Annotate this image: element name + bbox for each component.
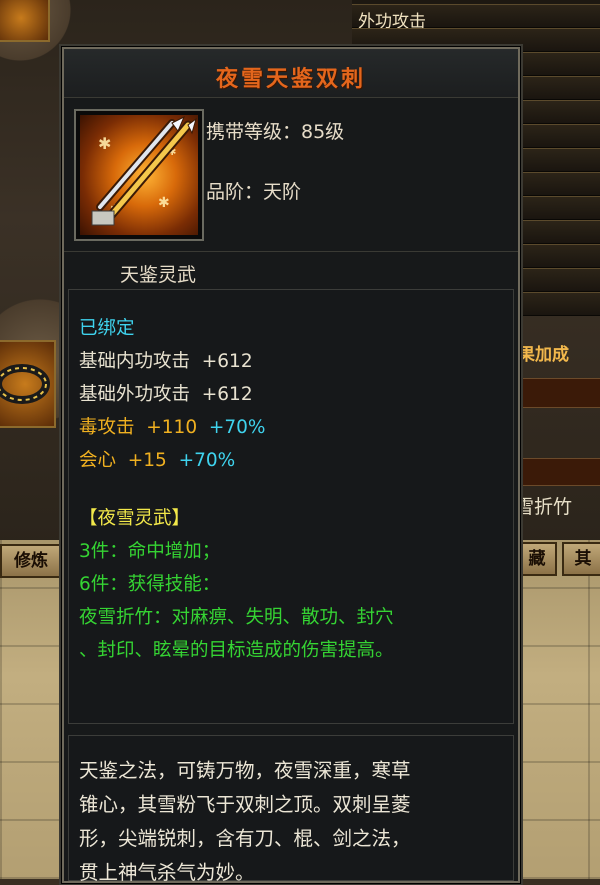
item-grade: 品阶：天阶	[206, 181, 302, 203]
stat-name: 会心	[79, 450, 117, 471]
item-tooltip: 夜雪天鉴双刺 ✱ ✱ ✱ ✱ 携带等级：85级 品阶：天阶 天鉴灵武	[62, 47, 520, 884]
description-line: 锥心，其雪粉飞于双刺之顶。双刺呈菱	[79, 793, 411, 816]
description-line: 贯上神气杀气为妙。	[79, 861, 255, 884]
stat-percent: +70%	[178, 450, 236, 471]
dual-daggers-icon: ✱ ✱ ✱ ✱	[80, 115, 198, 235]
stat-value: +110	[146, 417, 198, 438]
stat-row: 基础内功攻击 +612	[79, 347, 253, 373]
skill-name-text: 雪折竹	[515, 496, 573, 518]
stat-name: 基础内功攻击	[79, 351, 191, 372]
description-line: 天鉴之法，可铸万物，夜雪深重，寒草	[79, 759, 411, 782]
stat-row: 基础外功攻击 +612	[79, 380, 253, 406]
tab-other[interactable]: 其	[562, 542, 600, 576]
skill-desc-line-1: 夜雪折竹：对麻痹、失明、散功、封穴	[79, 607, 394, 628]
divider	[64, 251, 518, 252]
attribute-row: 外功攻击	[352, 4, 600, 32]
bracelet-slot-icon[interactable]	[0, 340, 56, 428]
effect-bonus-label: 果加成	[518, 345, 569, 365]
bracelet-icon	[0, 364, 50, 404]
set-bonus-3: 3件：命中增加；	[79, 541, 221, 562]
svg-text:✱: ✱	[158, 195, 170, 211]
item-slot-icon-top[interactable]	[0, 0, 50, 42]
stat-row: 毒攻击 +110 +70%	[79, 413, 265, 439]
skill-desc-line-2: 、封印、眩晕的目标造成的伤害提高。	[79, 640, 394, 661]
item-stats-box: 已绑定 基础内功攻击 +612 基础外功攻击 +612 毒攻击 +110 +70…	[68, 289, 514, 724]
item-title: 夜雪天鉴双刺	[215, 67, 366, 92]
carry-level: 携带等级：85级	[206, 121, 345, 143]
set-bonus-6: 6件：获得技能：	[79, 574, 221, 595]
effect-bar	[516, 378, 600, 408]
stat-value: +15	[127, 450, 167, 471]
skill-bar	[516, 458, 600, 486]
tooltip-header: 夜雪天鉴双刺	[64, 49, 518, 98]
description-line: 形，尖端锐刺，含有刀、棍、剑之法，	[79, 827, 411, 850]
stat-percent: +70%	[208, 417, 266, 438]
tab-cultivation[interactable]: 修炼	[0, 544, 62, 578]
item-description-box: 天鉴之法，可铸万物，夜雪深重，寒草 锥心，其雪粉飞于双刺之顶。双刺呈菱 形，尖端…	[68, 735, 514, 884]
stat-value: +612	[201, 351, 253, 372]
bound-status: 已绑定	[79, 318, 135, 339]
item-icon-frame: ✱ ✱ ✱ ✱	[74, 109, 204, 241]
tab-collection[interactable]: 藏	[517, 542, 557, 576]
stat-name: 毒攻击	[79, 417, 135, 438]
stat-row: 会心 +15 +70%	[79, 446, 235, 472]
svg-text:✱: ✱	[98, 134, 111, 153]
stat-name: 基础外功攻击	[79, 384, 191, 405]
stat-value: +612	[201, 384, 253, 405]
set-name: 【夜雪灵武】	[79, 508, 191, 529]
item-category: 天鉴灵武	[120, 264, 197, 286]
